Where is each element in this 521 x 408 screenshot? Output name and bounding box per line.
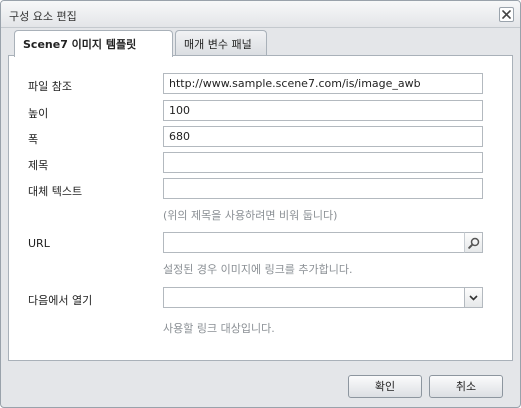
- height-input[interactable]: [163, 100, 483, 121]
- tab-label: 매개 변수 패널: [184, 38, 252, 51]
- dialog-title: 구성 요소 편집: [9, 10, 77, 23]
- tab-panel: 파일 참조 높이 폭 제목 대체 텍스트 (위의 제목을 사용하려면 비워 둡니…: [8, 55, 513, 361]
- open-in-hint: 사용할 링크 대상입니다.: [163, 322, 275, 335]
- dialog-titlebar: 구성 요소 편집: [1, 1, 520, 28]
- width-input[interactable]: [163, 126, 483, 147]
- title-input[interactable]: [163, 152, 483, 173]
- title-label: 제목: [28, 159, 49, 172]
- open-in-select[interactable]: [163, 287, 465, 308]
- url-input[interactable]: [163, 232, 465, 253]
- close-button[interactable]: [499, 7, 514, 22]
- tab-label: Scene7 이미지 템플릿: [23, 38, 137, 51]
- cancel-button[interactable]: 취소: [429, 375, 503, 398]
- close-icon: [502, 10, 511, 19]
- url-hint: 설정된 경우 이미지에 링크를 추가합니다.: [163, 263, 353, 276]
- url-search-button[interactable]: [464, 232, 483, 253]
- open-in-label: 다음에서 열기: [28, 294, 93, 307]
- chevron-down-icon: [469, 294, 478, 301]
- url-label: URL: [28, 237, 50, 250]
- open-in-dropdown-button[interactable]: [464, 287, 483, 308]
- file-ref-input[interactable]: [163, 73, 483, 94]
- alt-text-label: 대체 텍스트: [28, 185, 83, 198]
- ok-button[interactable]: 확인: [348, 375, 422, 398]
- height-label: 높이: [28, 107, 49, 120]
- file-ref-label: 파일 참조: [28, 80, 72, 93]
- tab-scene7-image-template[interactable]: Scene7 이미지 템플릿: [14, 30, 173, 57]
- tab-parameter-panel[interactable]: 매개 변수 패널: [175, 30, 267, 56]
- alt-text-input[interactable]: [163, 178, 483, 199]
- dialog-footer: 확인 취소: [1, 363, 520, 407]
- alt-text-hint: (위의 제목을 사용하려면 비워 둡니다): [163, 209, 338, 222]
- edit-component-dialog: 구성 요소 편집 Scene7 이미지 템플릿 매개 변수 패널 파일 참조 높…: [0, 0, 521, 408]
- search-icon: [467, 237, 479, 249]
- width-label: 폭: [28, 133, 39, 146]
- tab-bar: Scene7 이미지 템플릿 매개 변수 패널: [8, 30, 513, 57]
